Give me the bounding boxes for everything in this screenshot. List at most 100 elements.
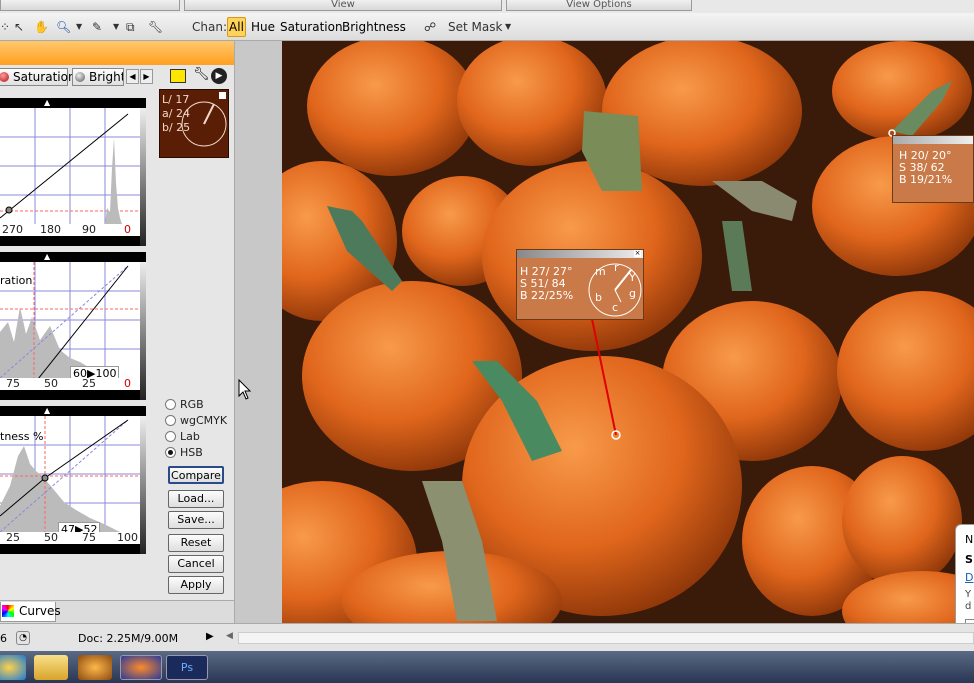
chevron-down-icon[interactable]: ▼ bbox=[113, 18, 119, 36]
probe-brightness: B 22/25% bbox=[520, 289, 574, 302]
scroll-left-icon[interactable]: ◀ bbox=[226, 631, 233, 641]
save-button[interactable]: Save... bbox=[168, 511, 224, 529]
brightness-dot-icon bbox=[75, 72, 85, 82]
toolbar: ⁘ ↖ ✋ 🔍︎ ▼ ✎ ▼ ⧉ 🔧︎ Chan: ☍ Set Mask ▼ bbox=[0, 13, 974, 41]
image-canvas[interactable]: × H 27/ 27° S 51/ 84 B 22/25% m r Y g c … bbox=[282, 41, 974, 623]
curve-handle-icon[interactable]: ▲ bbox=[44, 252, 50, 261]
status-bar: 6 ◔ Doc: 2.25M/9.00M ▶ ◀ bbox=[0, 623, 974, 651]
wheel-c-label: c bbox=[612, 301, 619, 314]
chevron-down-icon[interactable]: ▼ bbox=[76, 18, 82, 36]
mode-wgcmyk-radio[interactable]: wgCMYK bbox=[164, 413, 227, 428]
probe-info-box[interactable]: × H 27/ 27° S 51/ 84 B 22/25% m r Y g c … bbox=[516, 249, 644, 320]
bri-tick-label: 100 bbox=[117, 531, 138, 544]
channel-saturation-button[interactable]: Saturation bbox=[278, 17, 345, 37]
bri-tick-label: 75 bbox=[82, 531, 96, 544]
probe-info-box-2[interactable]: H 20/ 20° S 38/ 62 B 19/21% bbox=[892, 135, 974, 203]
panel-tab-strip: Curves bbox=[0, 600, 234, 623]
sat-tick-label: 50 bbox=[44, 377, 58, 390]
sat-tick-label: 25 bbox=[82, 377, 96, 390]
zoom-level[interactable]: 6 bbox=[0, 632, 7, 645]
hue-tick-label: 90 bbox=[82, 223, 96, 236]
tab-saturation[interactable]: Saturation bbox=[0, 68, 76, 86]
notif-text: Y bbox=[965, 589, 972, 600]
tab-next-arrow-icon[interactable]: ▶ bbox=[140, 69, 153, 84]
doc-size: Doc: 2.25M/9.00M bbox=[78, 632, 179, 645]
wheel-y-label: Y bbox=[629, 271, 636, 284]
hue-curve-plot[interactable] bbox=[0, 108, 140, 224]
mode-hsb-radio[interactable]: HSB bbox=[164, 445, 203, 460]
media-player-icon[interactable] bbox=[78, 655, 112, 680]
brightness-curve-title: tness % bbox=[0, 430, 44, 443]
channel-all-button[interactable]: All bbox=[227, 17, 246, 37]
notif-text: d bbox=[965, 601, 972, 612]
eyedropper-icon[interactable]: ✎ bbox=[92, 18, 102, 36]
menu-view[interactable]: View bbox=[184, 0, 502, 11]
wrench-icon[interactable]: 🔧︎ bbox=[193, 67, 210, 82]
curve-handle-icon[interactable]: ▲ bbox=[44, 406, 50, 415]
wheel-m-label: m bbox=[595, 265, 606, 278]
wrench-icon[interactable]: 🔧︎ bbox=[148, 18, 163, 36]
set-mask-button[interactable]: Set Mask bbox=[448, 18, 502, 36]
arrow-tool-icon[interactable]: ↖ bbox=[14, 18, 24, 36]
curves-tab-label: Curves bbox=[19, 604, 61, 618]
photoshop-icon[interactable]: Ps bbox=[166, 655, 208, 680]
menu-button-left[interactable] bbox=[0, 0, 180, 11]
tab-brightness[interactable]: Brightr bbox=[72, 68, 124, 86]
swatch-menu-icon[interactable] bbox=[219, 92, 226, 99]
hue-tick-label: 270 bbox=[2, 223, 23, 236]
mode-lab-radio[interactable]: Lab bbox=[164, 429, 200, 444]
mode-rgb-radio[interactable]: RGB bbox=[164, 397, 204, 412]
mode-label: Lab bbox=[180, 430, 200, 443]
menu-view-options[interactable]: View Options bbox=[506, 0, 692, 11]
ie-icon[interactable] bbox=[0, 655, 26, 680]
tab-saturation-label: Saturation bbox=[13, 70, 76, 84]
channel-hue-button[interactable]: Hue bbox=[249, 17, 277, 37]
hand-tool-icon[interactable]: ✋ bbox=[34, 18, 49, 36]
folder-icon[interactable] bbox=[170, 69, 186, 83]
panel-header bbox=[0, 41, 234, 65]
hue-curve-graph[interactable]: 270 180 90 0 ▲ bbox=[0, 98, 146, 246]
tab-prev-arrow-icon[interactable]: ◀ bbox=[126, 69, 139, 84]
saturation-curve-graph[interactable]: 60▶100 ration 75 50 25 0 ▲ bbox=[0, 252, 146, 400]
notif-text: S bbox=[965, 553, 973, 566]
hue-tick-label: 180 bbox=[40, 223, 61, 236]
mask-icon[interactable]: ☍ bbox=[424, 18, 436, 36]
channel-brightness-button[interactable]: Brightness bbox=[340, 17, 408, 37]
move-tool-icon[interactable]: ⁘ bbox=[0, 18, 10, 36]
curves-tab-icon bbox=[2, 605, 14, 617]
panel-splitter[interactable] bbox=[234, 41, 282, 623]
swatch-wheel-icon bbox=[181, 101, 227, 147]
bri-tick-label: 25 bbox=[6, 531, 20, 544]
saturation-dot-icon bbox=[0, 72, 9, 82]
play-icon[interactable]: ▶ bbox=[211, 68, 227, 84]
mode-label: HSB bbox=[180, 446, 203, 459]
chevron-down-icon[interactable]: ▼ bbox=[505, 18, 511, 36]
horizontal-scrollbar[interactable] bbox=[238, 632, 974, 644]
pumpkin-photo bbox=[282, 41, 974, 623]
curve-handle-icon[interactable]: ▲ bbox=[44, 98, 50, 107]
compare-button[interactable]: Compare bbox=[168, 466, 224, 484]
close-icon[interactable]: × bbox=[634, 250, 641, 257]
wheel-g-label: g bbox=[629, 287, 636, 300]
zoom-tool-icon[interactable]: 🔍︎ bbox=[56, 18, 71, 36]
status-arrow-icon[interactable]: ▶ bbox=[206, 631, 214, 642]
reset-button[interactable]: Reset bbox=[168, 534, 224, 552]
saturation-curve-title: ration bbox=[0, 274, 33, 287]
sat-tick-label: 0 bbox=[124, 377, 131, 390]
brightness-curve-graph[interactable]: 47▶52 tness % 25 50 75 100 ▲ bbox=[0, 406, 146, 554]
chan-label: Chan: bbox=[192, 20, 227, 34]
notif-link[interactable]: D bbox=[965, 571, 973, 584]
tab-curves[interactable]: Curves bbox=[0, 602, 61, 622]
folder-icon[interactable] bbox=[34, 655, 68, 680]
status-icon[interactable]: ◔ bbox=[16, 631, 30, 645]
top-menu-bar: View View Options bbox=[0, 0, 974, 13]
load-button[interactable]: Load... bbox=[168, 490, 224, 508]
color-swatch: L/ 17 a/ 24 b/ 25 bbox=[159, 89, 229, 158]
apply-button[interactable]: Apply bbox=[168, 576, 224, 594]
firefox-icon[interactable] bbox=[120, 655, 162, 680]
cancel-button[interactable]: Cancel bbox=[168, 555, 224, 573]
mode-label: wgCMYK bbox=[180, 414, 228, 427]
bri-tick-label: 50 bbox=[44, 531, 58, 544]
copy-icon[interactable]: ⧉ bbox=[126, 18, 135, 36]
mouse-cursor-icon bbox=[238, 379, 252, 400]
